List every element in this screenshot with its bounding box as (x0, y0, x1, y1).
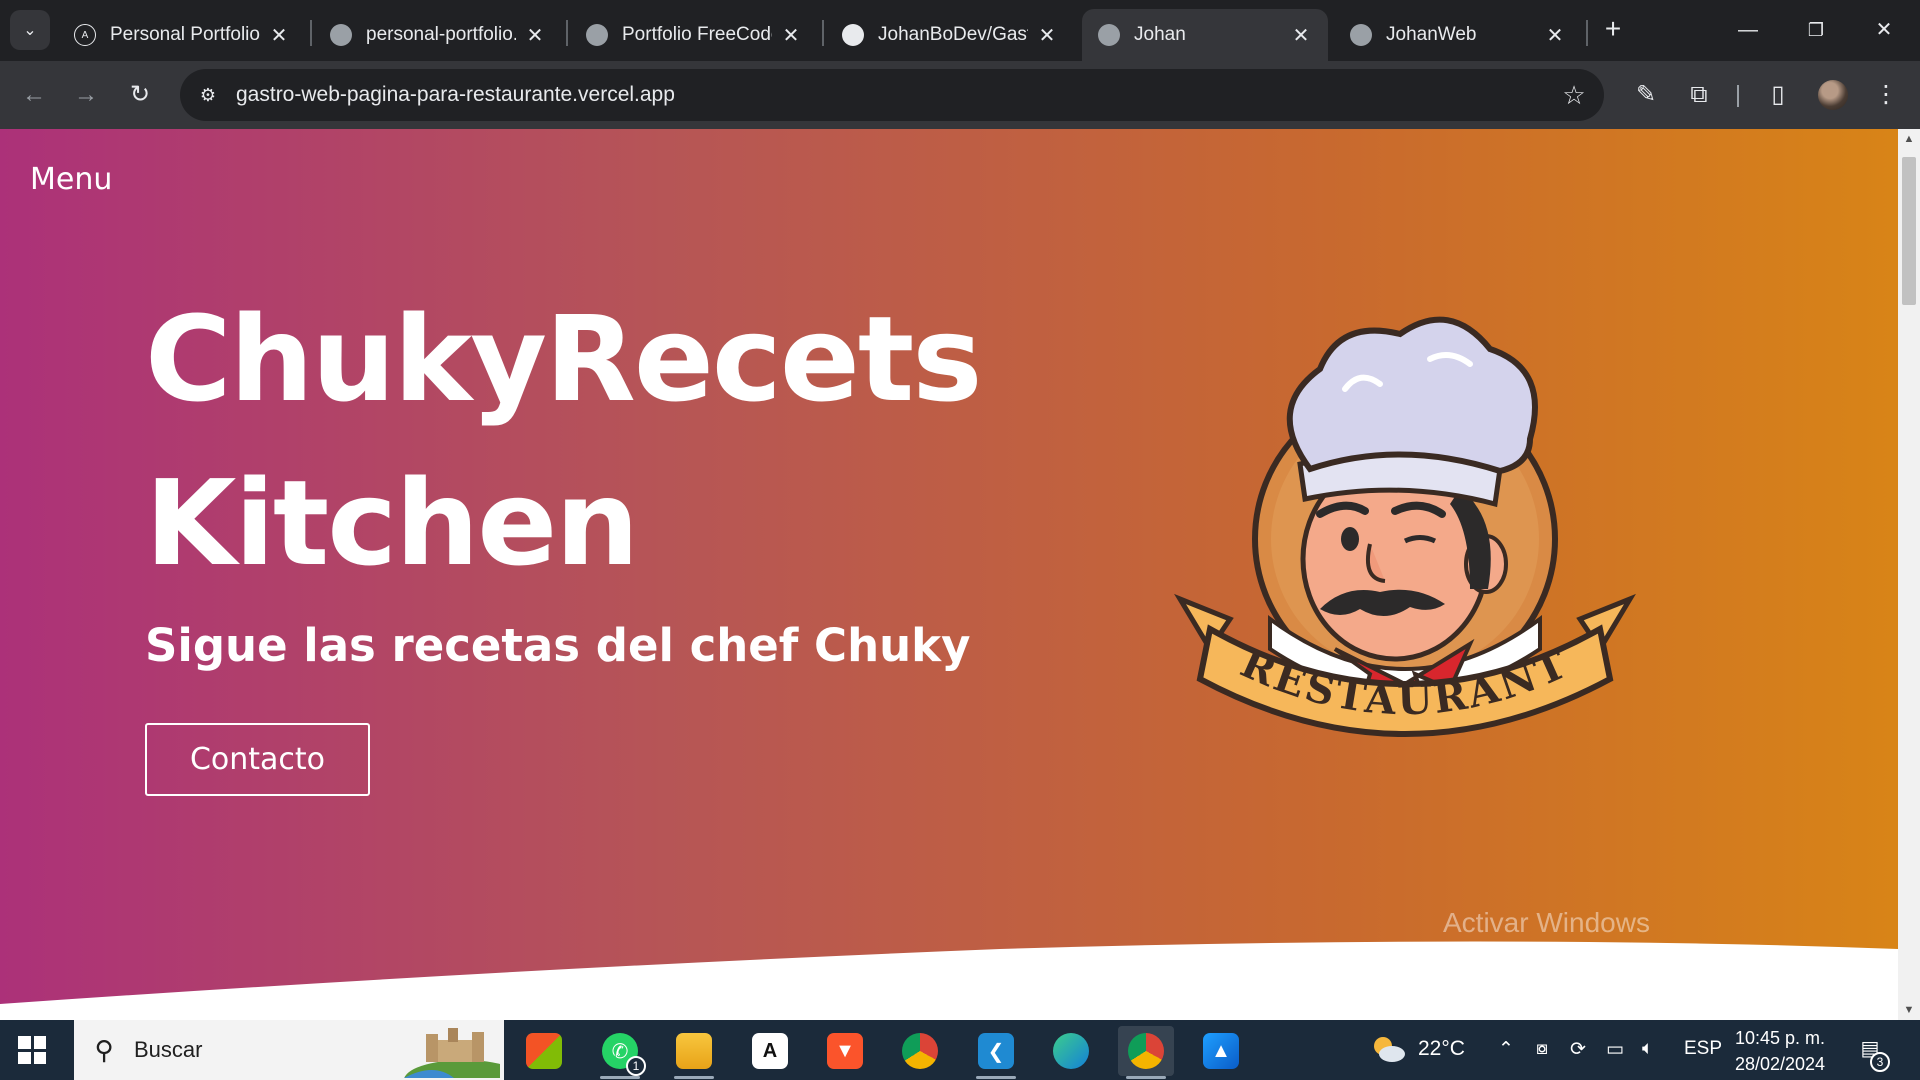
taskbar-edge[interactable] (1043, 1026, 1099, 1076)
windows-activation-title: Activar Windows (1443, 907, 1650, 938)
close-tab-icon[interactable]: ✕ (1036, 23, 1058, 48)
minimize-icon[interactable]: — (1726, 10, 1770, 50)
taskbar-search[interactable]: ⚲ Buscar (74, 1020, 504, 1080)
new-tab-button[interactable]: + (1598, 14, 1628, 44)
close-window-icon[interactable]: ✕ (1862, 10, 1906, 50)
windows-activation-subtitle: Ve a Configuración para activar Windows. (1443, 946, 1815, 968)
taskbar-vscode[interactable]: ❮ (968, 1026, 1024, 1079)
close-tab-icon[interactable]: ✕ (1544, 23, 1566, 48)
hero-title-line1: ChukyRecets (145, 290, 983, 428)
scrollbar-thumb[interactable] (1902, 157, 1916, 305)
tab-separator (1586, 20, 1588, 46)
edge-icon (1053, 1033, 1089, 1069)
taskbar-store[interactable] (516, 1026, 572, 1076)
taskbar-brave[interactable]: ▼ (817, 1026, 873, 1076)
url-text[interactable]: gastro-web-pagina-para-restaurante.verce… (236, 83, 1544, 107)
tab-personal-portfolio-2[interactable]: personal-portfolio. ✕ (314, 9, 562, 61)
profile-avatar[interactable] (1818, 80, 1848, 110)
taskbar-arc[interactable]: A (742, 1026, 798, 1076)
scroll-up-arrow-icon[interactable]: ▲ (1898, 133, 1920, 145)
contact-button[interactable]: Contacto (145, 723, 370, 796)
page-scrollbar[interactable]: ▲ ▼ (1898, 129, 1920, 1020)
eyedropper-icon[interactable]: ✎ (1628, 77, 1664, 113)
whatsapp-badge: 1 (626, 1056, 646, 1076)
globe-icon (1098, 24, 1120, 46)
brave-icon: ▼ (827, 1033, 863, 1069)
sync-icon[interactable]: ⟳ (1570, 1038, 1586, 1061)
network-icon[interactable]: ▭ (1606, 1038, 1624, 1061)
store-icon (526, 1033, 562, 1069)
globe-icon (330, 24, 352, 46)
address-bar[interactable]: ⚙ gastro-web-pagina-para-restaurante.ver… (180, 69, 1604, 121)
windows-start-icon[interactable] (18, 1036, 46, 1064)
chrome-profile-icon (1128, 1033, 1164, 1069)
bookmark-star-icon[interactable]: ☆ (1544, 80, 1604, 111)
extensions-icon[interactable]: ⧉ (1681, 77, 1717, 113)
tab-portfolio-freecode[interactable]: Portfolio FreeCode ✕ (570, 9, 818, 61)
scroll-down-arrow-icon[interactable]: ▼ (1898, 1004, 1920, 1016)
volume-icon[interactable]: 🔈︎ (1642, 1038, 1653, 1060)
tab-separator (822, 20, 824, 46)
reload-icon[interactable]: ↻ (120, 75, 160, 115)
tab-github-gastro[interactable]: JohanBoDev/Gastr ✕ (826, 9, 1074, 61)
close-tab-icon[interactable]: ✕ (524, 23, 546, 48)
hero-title-line2: Kitchen (145, 454, 639, 592)
web-page-hero: Menu ChukyRecets Kitchen Sigue las recet… (0, 129, 1898, 1020)
more-menu-icon[interactable]: ⋮ (1868, 77, 1904, 113)
input-language[interactable]: ESP (1684, 1038, 1722, 1060)
tab-separator (566, 20, 568, 46)
search-placeholder: Buscar (134, 1037, 203, 1062)
chef-restaurant-logo: RESTAURANT (1174, 316, 1636, 737)
tab-personal-portfolio[interactable]: A Personal Portfolio W ✕ (58, 9, 306, 61)
back-icon[interactable]: ← (14, 75, 54, 115)
globe-icon (1350, 24, 1372, 46)
close-tab-icon[interactable]: ✕ (1290, 23, 1312, 48)
chrome-icon (902, 1033, 938, 1069)
forward-icon[interactable]: → (66, 75, 106, 115)
system-clock[interactable]: 10:45 p. m. 28/02/2024 (1730, 1025, 1830, 1077)
notification-count-badge: 3 (1870, 1052, 1890, 1072)
close-tab-icon[interactable]: ✕ (780, 23, 802, 48)
tab-search-button[interactable]: ⌄ (10, 10, 50, 50)
tab-separator (310, 20, 312, 46)
vscode-icon: ❮ (978, 1033, 1014, 1069)
taskbar-photos[interactable]: ▲ (1193, 1026, 1249, 1076)
side-panel-icon[interactable]: ▯ (1760, 77, 1796, 113)
clock-date: 28/02/2024 (1734, 1054, 1826, 1074)
clock-time: 10:45 p. m. (1734, 1028, 1826, 1048)
taskbar-whatsapp[interactable]: ✆ 1 (592, 1026, 648, 1079)
menu-link[interactable]: Menu (30, 162, 112, 197)
tab-johanweb[interactable]: JohanWeb ✕ (1334, 9, 1582, 61)
windows-taskbar: ⚲ Buscar ✆ 1 A ▼ ❮ ▲ 22°C ⌃ ⧇ ⟳ ▭ 🔈︎ ESP… (0, 1020, 1920, 1080)
browser-tab-strip: ⌄ A Personal Portfolio W ✕ personal-port… (0, 0, 1920, 61)
restore-icon[interactable]: ❐ (1794, 10, 1838, 50)
close-tab-icon[interactable]: ✕ (268, 23, 290, 48)
github-icon (842, 24, 864, 46)
globe-icon (586, 24, 608, 46)
taskbar-chrome[interactable] (892, 1026, 948, 1076)
tab-johan-active[interactable]: Johan ✕ (1082, 9, 1328, 61)
arc-icon: A (752, 1033, 788, 1069)
taskbar-file-explorer[interactable] (666, 1026, 722, 1079)
hero-title: ChukyRecets Kitchen (145, 277, 995, 605)
castle-highlight-icon (404, 1028, 500, 1078)
weather-partly-cloudy-icon[interactable] (1370, 1034, 1406, 1064)
search-icon: ⚲ (94, 1034, 114, 1065)
taskbar-chrome-profile[interactable] (1118, 1026, 1174, 1079)
hero-subtitle: Sigue las recetas del chef Chuky (145, 619, 971, 672)
file-explorer-icon (676, 1033, 712, 1069)
photos-icon: ▲ (1203, 1033, 1239, 1069)
vite-icon: A (74, 24, 96, 46)
toolbar-divider (1737, 85, 1739, 107)
browser-toolbar: ← → ↻ ⚙ gastro-web-pagina-para-restauran… (0, 61, 1920, 129)
show-hidden-icons-icon[interactable]: ⌃ (1498, 1038, 1514, 1061)
site-info-icon[interactable]: ⚙ (180, 85, 236, 106)
meet-icon[interactable]: ⧇ (1536, 1038, 1548, 1060)
weather-temperature[interactable]: 22°C (1418, 1037, 1465, 1061)
